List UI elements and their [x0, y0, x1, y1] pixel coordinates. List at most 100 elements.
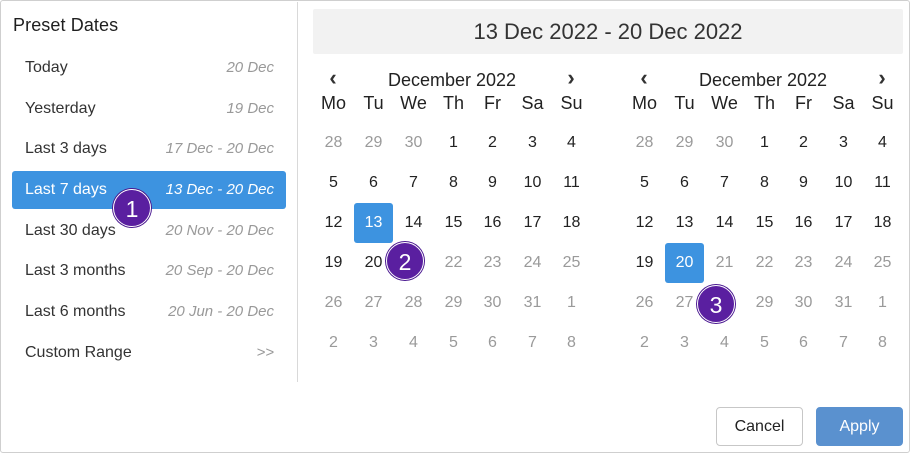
preset-label: Last 7 days — [25, 181, 107, 199]
preset-item[interactable]: Today 20 Dec — [12, 49, 286, 87]
preset-item[interactable]: Custom Range >> — [12, 334, 286, 372]
day-cell[interactable]: 10 — [824, 163, 863, 203]
day-cell[interactable]: 7 — [513, 323, 552, 363]
day-cell[interactable]: 5 — [745, 323, 784, 363]
day-cell[interactable]: 5 — [434, 323, 473, 363]
calendar-grid: Mo Tu We Th Fr Sa Su 28 29 30 1 2 3 4 5 6 7 8 9 10 11 12 13 14 1… — [314, 93, 591, 363]
weekday-label: Mo — [631, 93, 657, 113]
week-row: 12 13 14 15 16 17 18 — [314, 203, 590, 243]
day-cell[interactable]: 4 — [394, 323, 433, 363]
day-cell[interactable]: 8 — [552, 323, 591, 363]
day-cell[interactable]: 8 — [745, 163, 784, 203]
day-cell[interactable]: 3 — [665, 323, 704, 363]
preset-range: 20 Dec — [226, 59, 274, 76]
day-cell[interactable]: 15 — [434, 203, 473, 243]
preset-item[interactable]: Last 6 months 20 Jun - 20 Dec — [12, 293, 286, 331]
day-cell[interactable]: 10 — [513, 163, 552, 203]
day-cell[interactable]: 7 — [394, 163, 433, 203]
day-cell[interactable]: 12 — [314, 203, 353, 243]
day-cell[interactable]: 3 — [513, 123, 552, 163]
day-cell[interactable]: 7 — [705, 163, 744, 203]
day-cell: 28 — [404, 294, 423, 311]
day-cell[interactable]: 8 — [434, 163, 473, 203]
day-cell[interactable]: 14 — [394, 203, 433, 243]
weekday-label: Sa — [832, 93, 855, 113]
day-cell: 30 — [794, 294, 813, 311]
weekday-label: Su — [560, 93, 583, 113]
day-cell[interactable]: 9 — [784, 163, 823, 203]
preset-label: Last 3 days — [25, 140, 107, 158]
selected-day-cell[interactable]: 20 — [665, 243, 704, 283]
day-cell[interactable]: 17 — [513, 203, 552, 243]
day-cell: 22 — [755, 254, 774, 271]
day-cell[interactable]: 2 — [784, 123, 823, 163]
day-cell[interactable]: 18 — [552, 203, 591, 243]
day-cell[interactable]: 8 — [863, 323, 902, 363]
day-cell[interactable]: 2 — [314, 323, 353, 363]
preset-label: Last 6 months — [25, 303, 126, 321]
day-cell[interactable]: 16 — [784, 203, 823, 243]
day-cell[interactable]: 30 — [705, 123, 744, 163]
weekday-label: Su — [871, 93, 894, 113]
day-cell[interactable]: 1 — [434, 123, 473, 163]
day-cell[interactable]: 30 — [394, 123, 433, 163]
day-cell: 22 — [444, 254, 463, 271]
day-cell[interactable]: 9 — [473, 163, 512, 203]
day-cell[interactable]: 4 — [863, 123, 902, 163]
day-cell[interactable]: 3 — [824, 123, 863, 163]
day-cell[interactable]: 18 — [863, 203, 902, 243]
preset-item[interactable]: Last 30 days 20 Nov - 20 Dec — [12, 212, 286, 250]
preset-sidebar: Preset Dates Today 20 Dec Yesterday 19 Dec L… — [2, 2, 298, 382]
day-cell[interactable]: 28 — [625, 123, 664, 163]
day-cell[interactable]: 2 — [625, 323, 664, 363]
weekday-label: We — [711, 93, 738, 113]
week-row: 19202122232425 — [314, 243, 590, 283]
day-cell[interactable]: 2 — [473, 123, 512, 163]
day-cell[interactable]: 13 — [665, 203, 704, 243]
day-cell: 26 — [635, 294, 654, 311]
week-row: 28 29 30 1 2 3 4 — [625, 123, 901, 163]
selected-day-cell[interactable]: 13 — [354, 203, 393, 243]
day-cell[interactable]: 28 — [314, 123, 353, 163]
preset-range: 20 Nov - 20 Dec — [165, 221, 274, 239]
day-cell[interactable]: 11 — [863, 163, 902, 203]
day-cell[interactable]: 1 — [863, 283, 902, 323]
preset-item[interactable]: Last 3 days 17 Dec - 20 Dec — [12, 130, 286, 168]
weekday-label: Tu — [674, 93, 695, 113]
day-cell: 25 — [873, 254, 892, 271]
day-cell: 23 — [794, 254, 813, 271]
day-cell[interactable]: 29 — [665, 123, 704, 163]
day-cell[interactable]: 5 — [625, 163, 664, 203]
day-cell[interactable]: 6 — [784, 323, 823, 363]
day-cell[interactable]: 7 — [824, 323, 863, 363]
weekday-header-row: Mo Tu We Th Fr Sa Su — [625, 83, 901, 123]
preset-range: 17 Dec - 20 Dec — [165, 140, 274, 158]
apply-button[interactable]: Apply — [816, 407, 903, 446]
day-cell[interactable]: 6 — [354, 163, 393, 203]
preset-item[interactable]: Last 3 months 20 Sep - 20 Dec — [12, 252, 286, 290]
day-cell[interactable]: 16 — [473, 203, 512, 243]
day-cell: 24 — [834, 254, 853, 271]
day-cell[interactable]: 14 — [705, 203, 744, 243]
day-cell[interactable]: 19 — [625, 243, 664, 283]
day-cell[interactable]: 12 — [625, 203, 664, 243]
day-cell[interactable]: 1 — [552, 283, 591, 323]
preset-item[interactable]: Yesterday 19 Dec — [12, 90, 286, 128]
day-cell[interactable]: 6 — [473, 323, 512, 363]
day-cell[interactable]: 19 — [314, 243, 353, 283]
weekday-label: Th — [753, 93, 775, 113]
day-cell[interactable]: 1 — [745, 123, 784, 163]
day-cell[interactable]: 11 — [552, 163, 591, 203]
day-cell[interactable]: 17 — [824, 203, 863, 243]
preset-range: 20 Sep - 20 Dec — [165, 262, 274, 280]
day-cell[interactable]: 5 — [314, 163, 353, 203]
calendar-right: ‹ December 2022 › Mo Tu We Th Fr Sa Su 28 29 30 1 2… — [623, 63, 903, 352]
day-cell[interactable]: 29 — [354, 123, 393, 163]
day-cell[interactable]: 6 — [665, 163, 704, 203]
day-cell[interactable]: 3 — [354, 323, 393, 363]
callout-badge-1: 1 — [113, 189, 151, 227]
day-cell[interactable]: 15 — [745, 203, 784, 243]
day-cell[interactable]: 4 — [705, 323, 744, 363]
cancel-button[interactable]: Cancel — [716, 407, 803, 446]
day-cell[interactable]: 4 — [552, 123, 591, 163]
